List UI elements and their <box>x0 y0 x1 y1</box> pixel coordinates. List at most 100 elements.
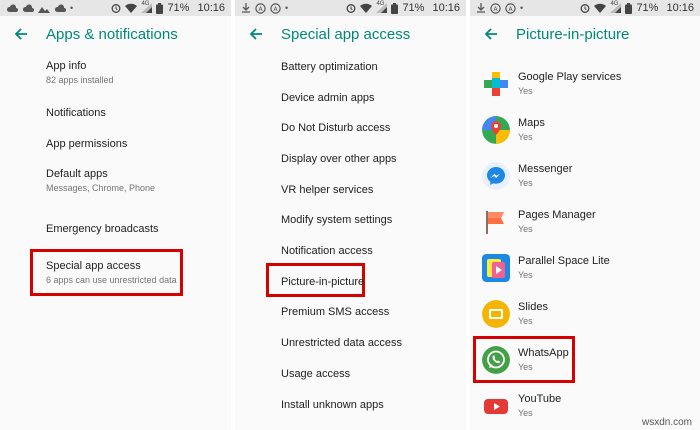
item-title: Do Not Disturb access <box>281 122 391 134</box>
assistant-icon: A <box>505 2 516 14</box>
item-title: Emergency broadcasts <box>46 223 159 235</box>
item-title: Unrestricted data access <box>281 337 403 349</box>
assistant-icon: A <box>490 2 501 14</box>
app-row-pages-manager[interactable]: Pages Manager Yes <box>470 206 700 240</box>
app-status: Yes <box>518 362 533 372</box>
slides-icon <box>482 300 510 328</box>
back-arrow-icon[interactable] <box>12 25 30 43</box>
more-icon: • <box>70 3 74 13</box>
battery-percent: 71% <box>167 2 190 14</box>
back-arrow-icon[interactable] <box>482 25 500 43</box>
wifi-icon <box>594 3 607 13</box>
item-title: Notifications <box>46 107 106 119</box>
app-status: Yes <box>518 408 533 418</box>
status-bar: • 4G 71% 10:16 <box>0 0 231 16</box>
menu-item-install-unknown-apps[interactable]: Install unknown apps <box>281 399 384 411</box>
app-row-messenger[interactable]: Messenger Yes <box>470 160 700 194</box>
more-icon: • <box>520 3 524 13</box>
app-name: Slides <box>518 301 548 313</box>
picture-in-picture-screen: A A • 4G 71% 10:16 Picture-in-picture Go… <box>470 0 700 430</box>
app-row-maps[interactable]: Maps Yes <box>470 114 700 148</box>
menu-item-vr-helper-services[interactable]: VR helper services <box>281 184 373 196</box>
cloud-icon <box>54 3 66 13</box>
notification-icons: A A • <box>476 1 523 15</box>
menu-item-notification-access[interactable]: Notification access <box>281 245 373 257</box>
app-bar: Special app access <box>235 16 466 54</box>
item-title: Picture-in-picture <box>281 276 365 288</box>
parallel-space-icon <box>482 254 510 282</box>
app-bar: Picture-in-picture <box>470 16 700 54</box>
signal-icon: 4G <box>141 1 153 13</box>
assistant-icon: A <box>255 2 266 14</box>
google-play-services-icon <box>484 72 508 96</box>
system-icons: 4G 71% 10:16 <box>580 1 694 15</box>
cloud-icon <box>22 3 34 13</box>
cloud-icon <box>6 3 18 13</box>
app-row-google-play-services[interactable]: Google Play services Yes <box>470 68 700 102</box>
app-row-whatsapp[interactable]: WhatsApp Yes <box>470 344 700 378</box>
messenger-icon <box>482 162 510 190</box>
wifi-icon <box>360 3 373 13</box>
menu-item-notifications[interactable]: Notifications <box>46 107 106 119</box>
item-title: Install unknown apps <box>281 399 384 411</box>
page-title: Apps & notifications <box>46 26 178 43</box>
mountain-icon <box>38 4 50 13</box>
system-icons: 4G 71% 10:16 <box>111 1 225 15</box>
menu-item-usage-access[interactable]: Usage access <box>281 368 350 380</box>
item-title: Default apps <box>46 168 108 180</box>
menu-item-app-permissions[interactable]: App permissions <box>46 138 127 150</box>
menu-item-default-apps[interactable]: Default apps Messages, Chrome, Phone <box>46 168 155 193</box>
item-title: App permissions <box>46 138 128 150</box>
menu-item-display-over-other-apps[interactable]: Display over other apps <box>281 153 397 165</box>
item-subtitle: 82 apps installed <box>46 75 114 85</box>
app-name: Maps <box>518 117 545 129</box>
app-name: Parallel Space Lite <box>518 255 610 267</box>
app-row-slides[interactable]: Slides Yes <box>470 298 700 332</box>
app-status: Yes <box>518 178 533 188</box>
network-type: 4G <box>610 1 619 7</box>
signal-icon: 4G <box>376 1 388 13</box>
menu-item-picture-in-picture[interactable]: Picture-in-picture <box>281 276 364 288</box>
menu-item-special-app-access[interactable]: Special app access 6 apps can use unrest… <box>46 260 177 285</box>
battery-icon <box>391 2 399 14</box>
menu-item-do-not-disturb-access[interactable]: Do Not Disturb access <box>281 122 390 134</box>
notification-icons: A A • <box>241 1 288 15</box>
clock: 10:16 <box>666 2 694 14</box>
item-title: Special app access <box>46 260 141 272</box>
menu-item-modify-system-settings[interactable]: Modify system settings <box>281 214 392 226</box>
battery-percent: 71% <box>636 2 659 14</box>
special-app-access-screen: A A • 4G 71% 10:16 Special app access Ba… <box>235 0 466 430</box>
menu-item-emergency-broadcasts[interactable]: Emergency broadcasts <box>46 223 159 235</box>
notification-icons: • <box>6 1 73 15</box>
app-name: WhatsApp <box>518 347 569 359</box>
menu-item-device-admin-apps[interactable]: Device admin apps <box>281 92 375 104</box>
app-name: Google Play services <box>518 71 622 83</box>
app-name: YouTube <box>518 393 562 405</box>
item-title: Modify system settings <box>281 214 393 226</box>
download-icon <box>241 3 251 13</box>
app-status: Yes <box>518 224 533 234</box>
menu-item-premium-sms-access[interactable]: Premium SMS access <box>281 306 389 318</box>
signal-icon: 4G <box>610 1 622 13</box>
network-type: 4G <box>141 1 150 7</box>
item-title: VR helper services <box>281 184 374 196</box>
alarm-icon <box>111 3 121 13</box>
clock: 10:16 <box>197 2 225 14</box>
item-subtitle: 6 apps can use unrestricted data <box>46 275 177 285</box>
app-row-parallel-space-lite[interactable]: Parallel Space Lite Yes <box>470 252 700 286</box>
page-title: Picture-in-picture <box>516 26 630 43</box>
battery-icon <box>156 2 164 14</box>
menu-item-battery-optimization[interactable]: Battery optimization <box>281 61 378 73</box>
menu-item-unrestricted-data-access[interactable]: Unrestricted data access <box>281 337 402 349</box>
app-status: Yes <box>518 132 533 142</box>
whatsapp-icon <box>482 346 510 374</box>
system-icons: 4G 71% 10:16 <box>346 1 460 15</box>
alarm-icon <box>580 3 590 13</box>
app-bar: Apps & notifications <box>0 16 231 54</box>
page-title: Special app access <box>281 26 411 43</box>
battery-percent: 71% <box>402 2 425 14</box>
pages-manager-icon <box>486 211 504 234</box>
back-arrow-icon[interactable] <box>247 25 265 43</box>
watermark: wsxdn.com <box>641 417 692 428</box>
menu-item-app-info[interactable]: App info 82 apps installed <box>46 60 114 85</box>
